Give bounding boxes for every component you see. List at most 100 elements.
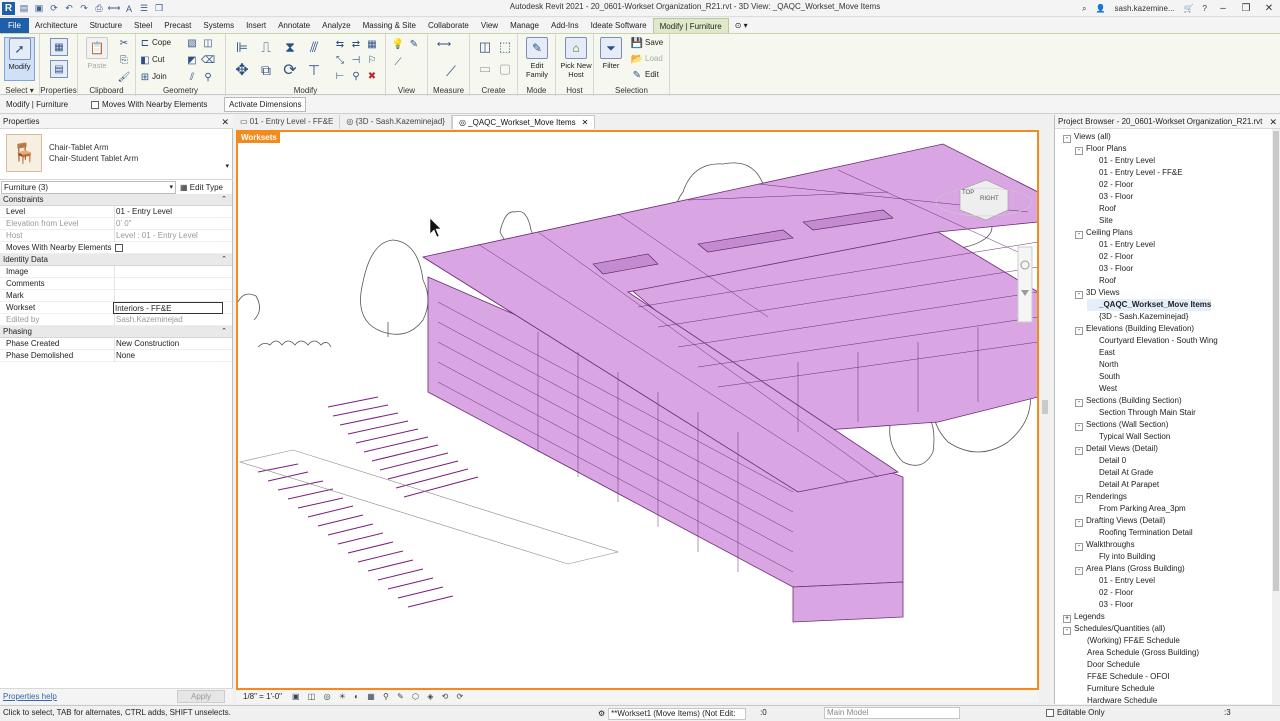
navigation-bar[interactable]	[1017, 246, 1033, 323]
expand-icon[interactable]: +	[1063, 615, 1071, 623]
tab-systems[interactable]: Systems	[197, 18, 240, 33]
group-constraints[interactable]: Constraints ⌃	[0, 194, 232, 206]
mirror-axis-icon[interactable]: ⧗	[280, 37, 300, 57]
tree-group-node[interactable]: - Elevations (Building Elevation)	[1075, 323, 1194, 335]
tree-group-node[interactable]: -3D Views	[1075, 287, 1120, 299]
tree-leaf-node[interactable]: 03 - Floor	[1087, 191, 1133, 203]
activate-dimensions-button[interactable]: Activate Dimensions	[224, 97, 307, 112]
collapse-icon[interactable]: -	[1075, 495, 1083, 503]
properties-help-link[interactable]: Properties help	[3, 692, 57, 701]
tree-leaf-node[interactable]: From Parking Area_3pm	[1087, 503, 1186, 515]
prop-row-mark[interactable]: Mark	[0, 290, 232, 302]
view-control-icons[interactable]: ▣ ◫ ◎ ☀ ◐ ▦ ⚲ ✎ ⬡ ◈ ⟲ ⟳	[292, 691, 466, 703]
pick-new-host-button[interactable]: ⌂ Pick New Host	[559, 37, 593, 79]
tree-leaf-node[interactable]: 02 - Floor	[1087, 179, 1133, 191]
wall-joins-icon[interactable]: ▧	[186, 37, 198, 49]
moves-checkbox[interactable]	[115, 244, 123, 252]
instance-filter-dropdown[interactable]: Furniture (3) ▾	[1, 181, 176, 194]
group-identity-data[interactable]: Identity Data ⌃	[0, 254, 232, 266]
match-type-icon[interactable]: 🖌	[118, 71, 131, 83]
collapse-icon[interactable]: ⌃	[221, 254, 227, 266]
collapse-icon[interactable]: -	[1075, 147, 1083, 155]
cut-tool-icon[interactable]: ✂	[118, 37, 130, 49]
rotate-icon[interactable]: ⟳	[280, 60, 300, 80]
prop-row-phase-created[interactable]: Phase Created New Construction	[0, 338, 232, 350]
type-properties-icon[interactable]: ▤	[50, 60, 68, 78]
cope-icon[interactable]: ⊏	[139, 37, 151, 49]
load-selection-label[interactable]: Load	[645, 54, 663, 63]
tree-leaf-node[interactable]: Door Schedule	[1075, 659, 1140, 671]
tree-leaf-node[interactable]: Site	[1087, 215, 1113, 227]
tab-analyze[interactable]: Analyze	[316, 18, 356, 33]
tree-leaf-node[interactable]: 01 - Entry Level - FF&E	[1087, 167, 1183, 179]
delete-icon[interactable]: ✖	[366, 70, 378, 82]
moves-with-nearby-checkbox[interactable]: Moves With Nearby Elements	[91, 100, 207, 109]
ribbon-options-icon[interactable]: ⊙ ▾	[729, 18, 754, 33]
tree-leaf-node[interactable]: 03 - Floor	[1087, 263, 1133, 275]
editable-only-checkbox[interactable]: Editable Only	[1046, 706, 1105, 720]
edit-type-button[interactable]: ▦ Edit Type	[180, 181, 223, 194]
tree-leaf-node[interactable]: West	[1087, 383, 1117, 395]
search-icon[interactable]: ⌕	[1082, 4, 1086, 14]
tree-leaf-node[interactable]: Roofing Termination Detail	[1087, 527, 1193, 539]
type-selector[interactable]: 🪑 Chair-Tablet Arm Chair-Student Tablet …	[0, 130, 233, 180]
demolish-icon[interactable]: ⌫	[201, 54, 215, 66]
paint-icon[interactable]: ◩	[186, 54, 198, 66]
tree-leaf-node[interactable]: 02 - Floor	[1087, 251, 1133, 263]
tab-precast[interactable]: Precast	[158, 18, 197, 33]
tree-group-node[interactable]: - Sections (Building Section)	[1075, 395, 1182, 407]
collapse-icon[interactable]: -	[1075, 567, 1083, 575]
select-panel-label[interactable]: Select ▾	[0, 86, 39, 95]
collapse-icon[interactable]: -	[1075, 423, 1083, 431]
prop-row-moves[interactable]: Moves With Nearby Elements	[0, 242, 232, 254]
design-option-field[interactable]: Main Model	[824, 707, 960, 719]
linework-icon[interactable]: ⟋	[392, 56, 404, 68]
tree-leaf-node[interactable]: {3D - Sash.Kazeminejad}	[1087, 311, 1188, 323]
viewcube-right-label[interactable]: RIGHT	[980, 196, 999, 202]
create-parts-icon[interactable]: ⬚	[496, 38, 514, 56]
tab-collaborate[interactable]: Collaborate	[422, 18, 475, 33]
dimension-icon[interactable]: ⟋	[442, 62, 460, 80]
minimize-button[interactable]: –	[1216, 3, 1230, 14]
view-tab-3d-sash[interactable]: ◎ {3D - Sash.Kazeminejad}	[340, 115, 452, 129]
tree-leaf-node[interactable]: Roof	[1087, 275, 1116, 287]
prop-row-image[interactable]: Image	[0, 266, 232, 278]
view-scale[interactable]: 1/8" = 1'-0"	[243, 691, 282, 703]
tree-group-node[interactable]: - Walkthroughs	[1075, 539, 1135, 551]
tree-group-node[interactable]: - Schedules/Quantities (all)	[1063, 623, 1165, 635]
prop-row-elevation[interactable]: Elevation from Level 0' 0"	[0, 218, 232, 230]
tab-massing-site[interactable]: Massing & Site	[357, 18, 422, 33]
browser-scrollbar[interactable]	[1272, 129, 1280, 704]
tree-group-node[interactable]: - Floor Plans	[1075, 143, 1126, 155]
collapse-icon[interactable]: -	[1075, 231, 1083, 239]
workset-field[interactable]: Interiors - FF&E	[113, 302, 223, 314]
array-icon[interactable]: ▦	[366, 38, 378, 50]
tree-leaf-node[interactable]: Detail 0	[1087, 455, 1126, 467]
extend-icon[interactable]: ⊢	[334, 70, 346, 82]
tab-steel[interactable]: Steel	[128, 18, 158, 33]
chevron-down-icon[interactable]: ▾	[225, 162, 229, 170]
tree-leaf-node[interactable]: (Working) FF&E Schedule	[1075, 635, 1180, 647]
prop-row-host[interactable]: Host Level : 01 - Entry Level	[0, 230, 232, 242]
edit-selection-label[interactable]: Edit	[645, 70, 659, 79]
create-assembly-icon[interactable]: ◫	[476, 38, 494, 56]
workset-selector[interactable]: ⚙ **Workset1 (Move Items) (Not Edit:	[598, 707, 747, 721]
tab-modify-furniture[interactable]: Modify | Furniture	[652, 18, 729, 33]
close-icon[interactable]: ✕	[1269, 115, 1277, 129]
collapse-icon[interactable]: -	[1075, 447, 1083, 455]
user-icon[interactable]: 👤	[1096, 4, 1106, 13]
load-selection-icon[interactable]: 📂	[631, 53, 643, 65]
tree-leaf-node[interactable]: Furniture Schedule	[1075, 683, 1155, 695]
pin-element-icon[interactable]: ⚲	[350, 70, 362, 82]
unpin-icon[interactable]: ⚐	[366, 54, 378, 66]
tree-leaf-node[interactable]: FF&E Schedule - OFOI	[1075, 671, 1170, 683]
tree-leaf-node[interactable]: 01 - Entry Level	[1087, 155, 1155, 167]
copy-element-icon[interactable]: ⧉	[256, 60, 276, 80]
collapse-icon[interactable]: -	[1075, 399, 1083, 407]
edit-selection-icon[interactable]: ✎	[631, 69, 643, 81]
tab-insert[interactable]: Insert	[240, 18, 272, 33]
split-gap-icon[interactable]: ⇄	[350, 38, 362, 50]
close-icon[interactable]: ✕	[221, 115, 229, 129]
align-tool-icon[interactable]: ⊫	[232, 37, 252, 57]
copy-icon[interactable]: ⎘	[118, 54, 130, 66]
